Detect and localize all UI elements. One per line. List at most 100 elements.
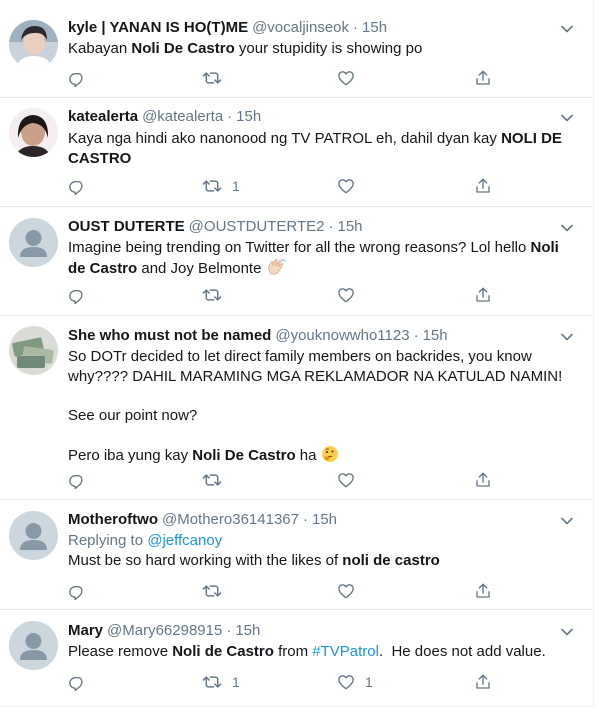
avatar[interactable]: [9, 621, 58, 670]
display-name[interactable]: katealerta: [68, 108, 138, 125]
reply-button[interactable]: [68, 672, 86, 692]
display-name[interactable]: OUST DUTERTE: [68, 218, 185, 235]
separator-dot: ·: [353, 19, 359, 36]
reply-button[interactable]: [68, 176, 86, 196]
share-icon: [476, 583, 490, 598]
replying-to-line: Replying to @jeffcanoy: [68, 531, 576, 551]
replying-to-link[interactable]: @jeffcanoy: [147, 532, 222, 549]
text-segment: your stupidity is showing po: [234, 40, 423, 57]
tweet[interactable]: Mary @Mary66298915 · 15h Please remove Noli…: [0, 610, 592, 707]
chevron-down-icon[interactable]: [560, 22, 574, 36]
retweet-button[interactable]: 1: [202, 176, 240, 196]
tweet-text: Replying to @jeffcanoy Must be so hard w…: [68, 531, 576, 571]
like-button[interactable]: [337, 285, 365, 305]
like-button[interactable]: 1: [337, 672, 373, 692]
avatar[interactable]: [9, 218, 58, 267]
like-button[interactable]: [337, 581, 365, 601]
retweet-button[interactable]: [202, 68, 232, 88]
reply-icon: [69, 474, 83, 489]
user-handle[interactable]: @Mary66298915: [107, 622, 222, 639]
tweet-actions: [68, 285, 508, 305]
replying-to-label: Replying to: [68, 532, 148, 549]
chevron-down-icon[interactable]: [560, 221, 574, 235]
display-name[interactable]: kyle | YANAN IS HO(T)ME: [68, 19, 248, 36]
tweet[interactable]: katealerta @katealerta · 15h Kaya nga hindi…: [0, 98, 592, 207]
text-segment: and Joy Belmonte: [137, 260, 266, 277]
user-handle[interactable]: @Mothero36141367: [162, 511, 299, 528]
reply-icon: [69, 585, 83, 600]
tweet[interactable]: kyle | YANAN IS HO(T)ME @vocaljinseok · 15h…: [0, 0, 592, 98]
display-name[interactable]: She who must not be named: [68, 327, 271, 344]
like-count: 1: [365, 674, 373, 690]
display-name[interactable]: Mary: [68, 622, 103, 639]
separator-dot: ·: [226, 622, 232, 639]
reply-icon: [69, 72, 83, 87]
text-paragraph: Pero iba yung kay Noli De Castro ha: [68, 445, 576, 466]
tweet-feed: kyle | YANAN IS HO(T)ME @vocaljinseok · 15h…: [0, 0, 594, 707]
like-button[interactable]: [337, 176, 365, 196]
tweet[interactable]: She who must not be named @youknowwho1123…: [0, 316, 592, 500]
hashtag-link[interactable]: #TVPatrol: [312, 643, 379, 660]
share-icon: [476, 674, 490, 689]
user-handle[interactable]: @katealerta: [142, 108, 223, 125]
retweet-button[interactable]: [202, 581, 232, 601]
text-paragraph: See our point now?: [68, 407, 198, 424]
heart-icon: [338, 473, 354, 488]
timestamp[interactable]: 15h: [235, 622, 260, 639]
heart-icon: [338, 179, 354, 194]
timestamp[interactable]: 15h: [423, 327, 448, 344]
reply-button[interactable]: [68, 581, 86, 601]
tweet-actions: [68, 581, 508, 601]
chevron-down-icon[interactable]: [560, 330, 574, 344]
share-button[interactable]: [474, 672, 492, 692]
tweet-header: Motheroftwo @Mothero36141367 · 15h: [68, 510, 337, 530]
text-paragraph: Must be so hard working with the likes o…: [68, 551, 576, 571]
retweet-icon: [202, 289, 222, 301]
user-handle[interactable]: @vocaljinseok: [252, 19, 349, 36]
text-segment: . He does not add value.: [378, 643, 546, 660]
like-button[interactable]: [337, 470, 365, 490]
display-name[interactable]: Motheroftwo: [68, 511, 158, 528]
share-icon: [476, 287, 490, 302]
user-handle[interactable]: @OUSTDUTERTE2: [189, 218, 325, 235]
tweet[interactable]: Motheroftwo @Mothero36141367 · 15h Replying…: [0, 500, 592, 610]
tweet-actions: 1 1: [68, 672, 508, 692]
chevron-down-icon[interactable]: [560, 111, 574, 125]
share-button[interactable]: [474, 581, 492, 601]
share-button[interactable]: [474, 470, 492, 490]
timestamp[interactable]: 15h: [312, 511, 337, 528]
reply-button[interactable]: [68, 68, 86, 88]
share-button[interactable]: [474, 176, 492, 196]
avatar[interactable]: [9, 20, 58, 69]
like-button[interactable]: [337, 68, 365, 88]
retweet-button[interactable]: [202, 285, 232, 305]
avatar[interactable]: [9, 108, 58, 157]
reply-button[interactable]: [68, 285, 86, 305]
share-button[interactable]: [474, 68, 492, 88]
chevron-down-icon[interactable]: [560, 625, 574, 639]
tweet-header: katealerta @katealerta · 15h: [68, 107, 261, 127]
avatar[interactable]: [9, 511, 58, 560]
retweet-button[interactable]: [202, 470, 232, 490]
retweet-icon: [202, 474, 222, 486]
share-button[interactable]: [474, 285, 492, 305]
avatar[interactable]: [9, 326, 58, 375]
reply-button[interactable]: [68, 470, 86, 490]
user-handle[interactable]: @youknowwho1123: [275, 327, 409, 344]
highlighted-keyword: Noli De Castro: [192, 447, 296, 464]
timestamp[interactable]: 15h: [362, 19, 387, 36]
text-segment: Pero iba yung kay: [68, 447, 193, 464]
separator-dot: ·: [302, 511, 308, 528]
retweet-count: 1: [232, 674, 240, 690]
chevron-down-icon[interactable]: [560, 514, 574, 528]
retweet-icon: [202, 180, 222, 192]
highlighted-keyword: noli de castro: [342, 552, 440, 569]
timestamp[interactable]: 15h: [236, 108, 261, 125]
retweet-icon: [202, 585, 222, 597]
retweet-icon: [202, 72, 222, 84]
timestamp[interactable]: 15h: [337, 218, 362, 235]
tweet[interactable]: OUST DUTERTE @OUSTDUTERTE2 · 15h Imagine be…: [0, 207, 592, 316]
tweet-header: She who must not be named @youknowwho1123…: [68, 326, 448, 346]
retweet-button[interactable]: 1: [202, 672, 240, 692]
